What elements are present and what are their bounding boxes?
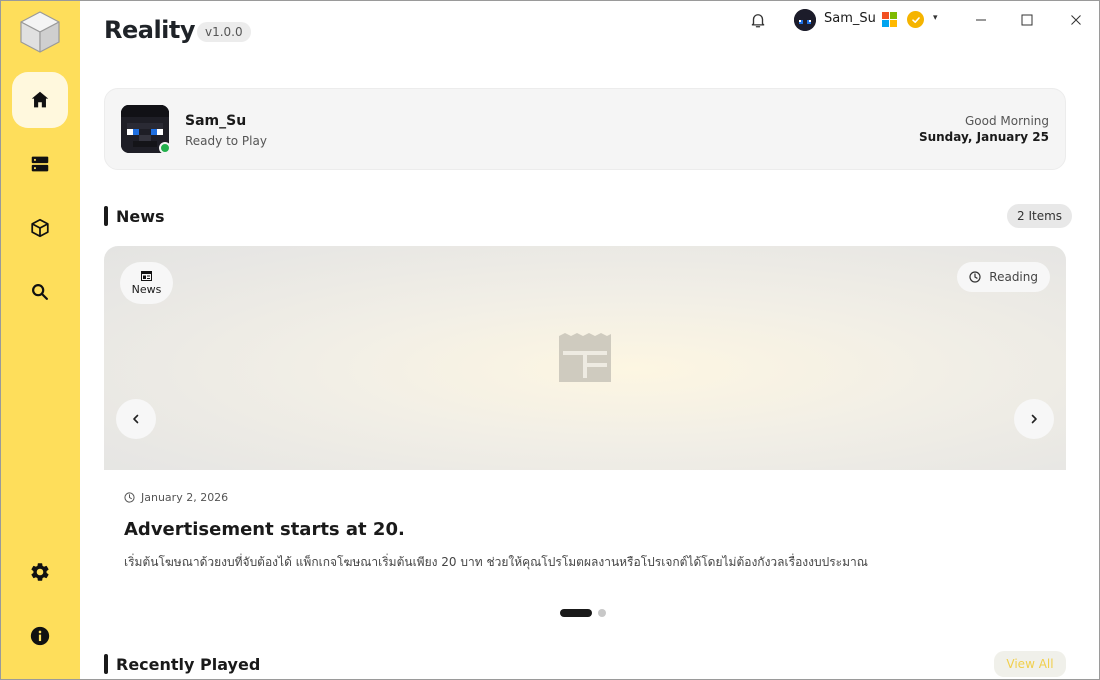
bell-icon bbox=[751, 14, 765, 28]
info-icon bbox=[30, 626, 50, 646]
news-title[interactable]: Advertisement starts at 20. bbox=[124, 519, 405, 540]
greeting-text: Good Morning bbox=[965, 114, 1049, 128]
reading-time-tag: Reading bbox=[957, 262, 1050, 292]
home-icon bbox=[31, 91, 49, 108]
notifications-button[interactable] bbox=[748, 10, 768, 30]
verified-badge-icon bbox=[907, 11, 924, 28]
sidebar-item-info[interactable] bbox=[12, 608, 68, 664]
recent-section-title: Recently Played bbox=[116, 655, 261, 674]
minimize-button[interactable] bbox=[969, 8, 993, 32]
gear-icon bbox=[31, 563, 49, 581]
news-date-text: January 2, 2026 bbox=[141, 491, 229, 504]
sidebar-item-home[interactable] bbox=[12, 72, 68, 128]
main-content: Reality v1.0.0 Sam_Su ▾ Sam_Su Ready to … bbox=[80, 0, 1100, 680]
cube-icon bbox=[31, 218, 49, 238]
user-name[interactable]: Sam_Su bbox=[824, 11, 876, 26]
newspaper-placeholder-icon bbox=[559, 333, 611, 382]
clock-icon bbox=[124, 492, 135, 503]
avatar-face-icon bbox=[794, 9, 816, 31]
view-all-button[interactable]: View All bbox=[994, 651, 1066, 677]
online-status-indicator bbox=[159, 142, 171, 154]
newspaper-icon bbox=[141, 270, 152, 281]
news-body: เริ่มต้นโฆษณาด้วยงบที่จับต้องได้ แพ็กเกจ… bbox=[124, 555, 868, 569]
close-button[interactable] bbox=[1064, 8, 1088, 32]
close-icon bbox=[1071, 15, 1081, 25]
search-icon bbox=[32, 284, 48, 300]
carousel-next-button[interactable] bbox=[1014, 399, 1054, 439]
current-date: Sunday, January 25 bbox=[918, 130, 1049, 144]
profile-status: Ready to Play bbox=[185, 134, 267, 148]
microsoft-account-icon bbox=[882, 12, 897, 27]
carousel-prev-button[interactable] bbox=[116, 399, 156, 439]
profile-name: Sam_Su bbox=[185, 113, 247, 129]
recent-section-marker bbox=[104, 654, 108, 674]
version-badge: v1.0.0 bbox=[197, 22, 251, 42]
news-carousel-card[interactable]: News Reading January 2, 2026 Advertiseme… bbox=[104, 246, 1066, 626]
profile-greeting-card: Sam_Su Ready to Play Good Morning Sunday… bbox=[104, 88, 1066, 170]
news-category-tag: News bbox=[120, 262, 173, 304]
app-title: Reality bbox=[104, 16, 196, 44]
minimize-icon bbox=[976, 19, 986, 21]
carousel-dot-1[interactable] bbox=[560, 609, 592, 617]
user-avatar[interactable] bbox=[794, 9, 816, 31]
news-count-badge: 2 Items bbox=[1007, 204, 1073, 228]
app-logo-icon bbox=[20, 11, 60, 53]
clock-icon bbox=[969, 271, 981, 283]
sidebar-item-packages[interactable] bbox=[12, 200, 68, 256]
server-icon bbox=[31, 156, 49, 172]
maximize-button[interactable] bbox=[1015, 8, 1039, 32]
news-section-marker bbox=[104, 206, 108, 226]
news-hero-image: News Reading bbox=[104, 246, 1066, 470]
sidebar-item-settings[interactable] bbox=[12, 544, 68, 600]
carousel-dot-2[interactable] bbox=[598, 609, 606, 617]
sidebar bbox=[0, 0, 80, 680]
sidebar-item-search[interactable] bbox=[12, 264, 68, 320]
maximize-icon bbox=[1021, 14, 1033, 26]
carousel-pagination bbox=[560, 609, 606, 617]
chevron-right-icon bbox=[1031, 414, 1037, 424]
news-date: January 2, 2026 bbox=[124, 491, 228, 504]
news-category-label: News bbox=[131, 282, 162, 296]
account-dropdown-caret-icon[interactable]: ▾ bbox=[933, 13, 938, 23]
chevron-left-icon bbox=[133, 414, 139, 424]
reading-label: Reading bbox=[989, 270, 1038, 284]
sidebar-item-servers[interactable] bbox=[12, 136, 68, 192]
news-section-title: News bbox=[116, 207, 165, 226]
